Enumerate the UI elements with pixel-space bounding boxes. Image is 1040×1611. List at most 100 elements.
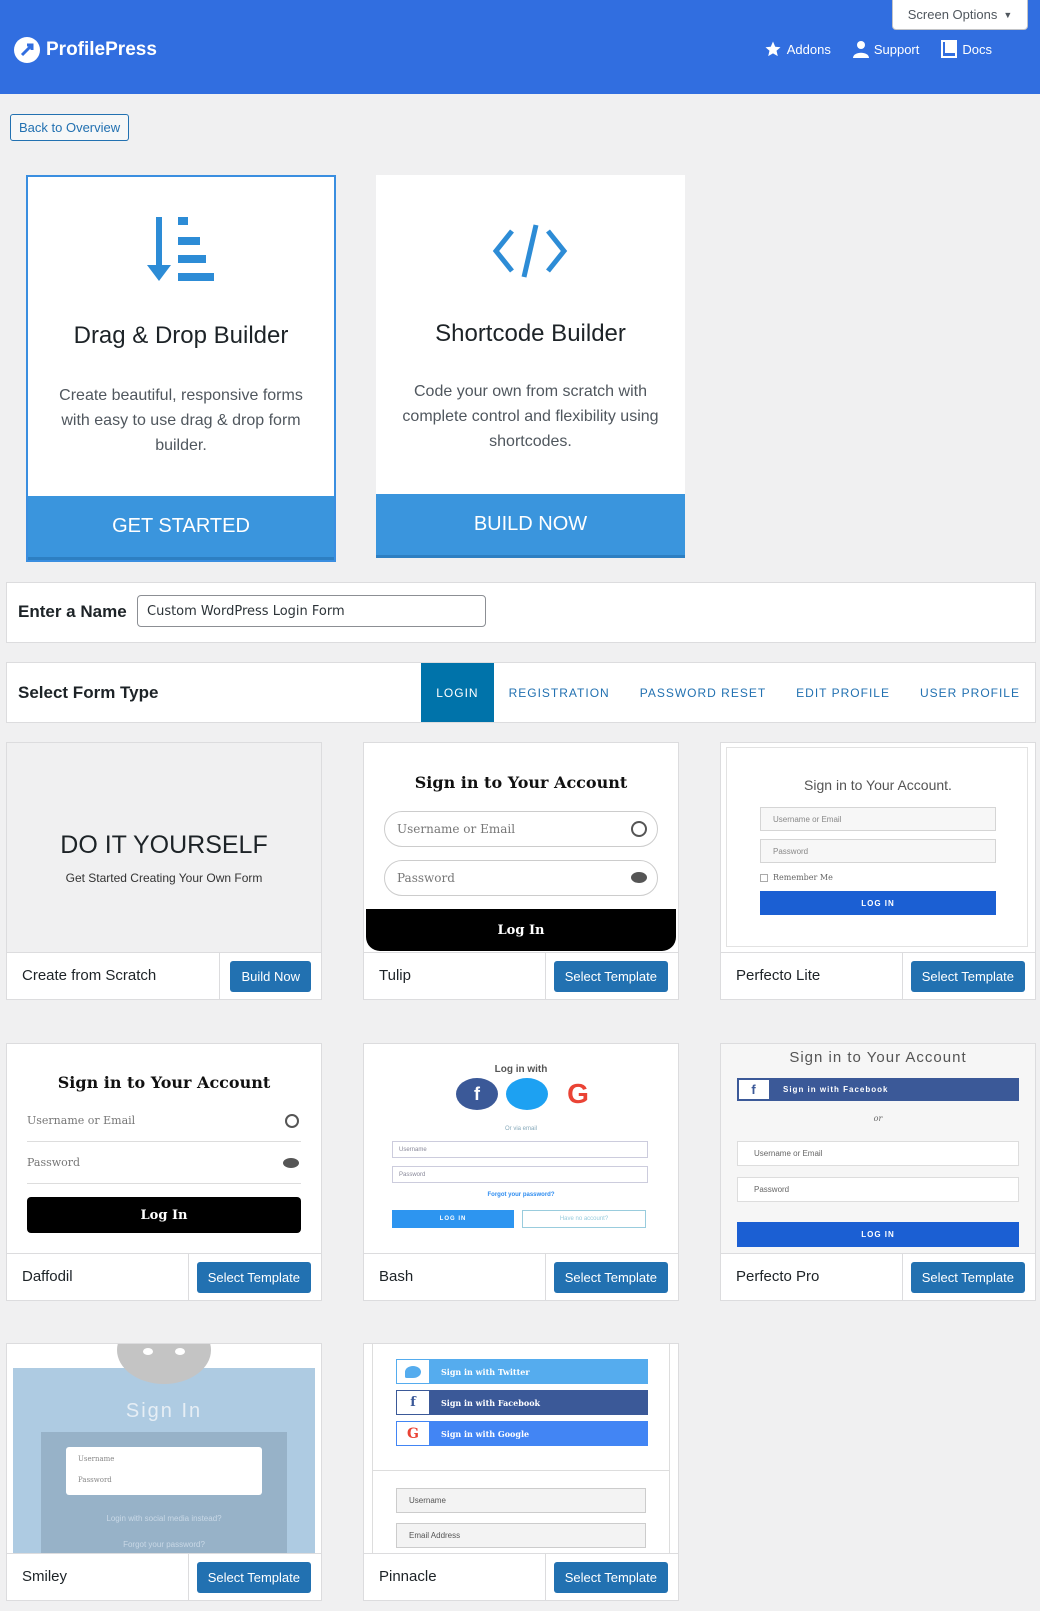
nav-support[interactable]: Support (852, 40, 920, 58)
eye-icon (283, 1158, 299, 1168)
drag-drop-builder-card[interactable]: Drag & Drop Builder Create beautiful, re… (26, 175, 336, 562)
tab-password-reset[interactable]: PASSWORD RESET (625, 663, 781, 722)
screen-options-label: Screen Options (907, 7, 998, 22)
template-footer: Smiley Select Template (7, 1553, 321, 1600)
select-template-button[interactable]: Select Template (553, 1562, 668, 1593)
shortcode-builder-card[interactable]: Shortcode Builder Code your own from scr… (376, 175, 685, 558)
form-name-input[interactable] (137, 595, 486, 627)
caret-down-icon: ▼ (1003, 9, 1013, 20)
template-card-scratch: DO IT YOURSELF Get Started Creating Your… (6, 742, 322, 1000)
preview-twitter-text: Sign in with Twitter (441, 1366, 530, 1377)
nav-docs-label: Docs (962, 41, 992, 57)
logo-text: ProfilePress (46, 39, 157, 60)
facebook-icon: f (397, 1391, 429, 1414)
footer-divider (545, 1554, 546, 1600)
preview-password: Password (760, 839, 996, 863)
template-footer: Perfecto Lite Select Template (721, 952, 1035, 999)
top-header: ProfilePress Addons Support Docs Screen … (0, 0, 1040, 94)
select-template-button[interactable]: Select Template (553, 961, 668, 992)
footer-divider (902, 1254, 903, 1300)
template-name: Perfecto Pro (736, 1268, 820, 1285)
preview-password-text: Password (397, 871, 455, 885)
tab-login[interactable]: LOGIN (421, 663, 494, 722)
template-card-perfecto-lite: Sign in to Your Account. Username or Ema… (720, 742, 1036, 1000)
select-template-button[interactable]: Select Template (910, 961, 1025, 992)
preview-title: Sign in to Your Account (789, 1049, 967, 1066)
header-nav: Addons Support Docs (764, 40, 992, 58)
tab-registration[interactable]: REGISTRATION (494, 663, 625, 722)
screen-options-button[interactable]: Screen Options ▼ (892, 0, 1028, 30)
preview-login-button: Log In (27, 1197, 301, 1233)
preview-facebook-button: f Sign in with Facebook (737, 1078, 1019, 1101)
build-now-button[interactable]: BUILD NOW (376, 494, 685, 558)
select-template-button[interactable]: Select Template (910, 1262, 1025, 1293)
template-preview: Sign In Username Password Login with soc… (7, 1344, 321, 1554)
template-name: Tulip (379, 967, 411, 984)
nav-docs[interactable]: Docs (941, 40, 992, 58)
preview-title: Log in with (494, 1064, 548, 1075)
eye-icon (631, 872, 647, 883)
preview-username-text: Username or Email (397, 822, 516, 836)
preview-password: Password (384, 860, 658, 896)
footer-divider (902, 953, 903, 999)
tab-edit-profile[interactable]: EDIT PROFILE (781, 663, 905, 722)
twitter-icon (506, 1078, 548, 1110)
template-footer: Daffodil Select Template (7, 1253, 321, 1300)
template-footer: Pinnacle Select Template (364, 1553, 678, 1600)
select-template-button[interactable]: Select Template (196, 1562, 311, 1593)
select-template-button[interactable]: Select Template (553, 1262, 668, 1293)
preview-password-text: Password (27, 1156, 81, 1169)
template-preview: Sign in to Your Account Username or Emai… (364, 743, 678, 953)
preview-username: Username or Email (737, 1141, 1019, 1166)
preview-username: Username or Email (384, 811, 658, 847)
template-footer: Perfecto Pro Select Template (721, 1253, 1035, 1300)
preview-social: Login with social media instead? (106, 1514, 222, 1523)
template-name: Pinnacle (379, 1568, 437, 1585)
nav-support-label: Support (873, 41, 920, 57)
preview-username: Username (392, 1141, 648, 1158)
diy-subtitle: Get Started Creating Your Own Form (65, 871, 263, 885)
build-now-template-button[interactable]: Build Now (230, 961, 311, 992)
template-card-pinnacle: Sign in with Twitter f Sign in with Face… (363, 1343, 679, 1601)
select-template-button[interactable]: Select Template (196, 1262, 311, 1293)
template-preview: Sign in to Your Account Username or Emai… (7, 1044, 321, 1254)
preview-remember-text: Remember Me (773, 873, 833, 882)
template-name: Daffodil (22, 1268, 73, 1285)
get-started-button[interactable]: GET STARTED (28, 496, 334, 560)
template-footer: Create from Scratch Build Now (7, 952, 321, 999)
nav-addons[interactable]: Addons (764, 40, 831, 58)
preview-forgot: Forgot your password? (487, 1192, 555, 1198)
code-icon (492, 224, 568, 278)
user-icon (852, 41, 869, 58)
preview-username: Username (396, 1488, 646, 1513)
profilepress-logo[interactable]: ProfilePress (14, 37, 157, 63)
builder-title: Shortcode Builder (435, 320, 626, 347)
preview-facebook-text: Sign in with Facebook (441, 1397, 541, 1408)
face-icon (631, 821, 647, 837)
template-preview: Sign in with Twitter f Sign in with Face… (364, 1344, 678, 1554)
preview-remember: Remember Me (760, 873, 833, 882)
builder-description: Create beautiful, responsive forms with … (59, 387, 303, 454)
preview-login-button: Log In (366, 909, 676, 951)
form-type-tabs: LOGIN REGISTRATION PASSWORD RESET EDIT P… (421, 663, 1035, 722)
form-type-row: Select Form Type LOGIN REGISTRATION PASS… (6, 662, 1036, 723)
template-name: Create from Scratch (22, 967, 157, 984)
preview-google-button: G Sign in with Google (396, 1421, 648, 1446)
preview-login-button: LOG IN (760, 891, 996, 915)
facebook-icon: f (737, 1078, 771, 1101)
preview-google-text: Sign in with Google (441, 1428, 530, 1439)
template-footer: Bash Select Template (364, 1253, 678, 1300)
template-name: Perfecto Lite (736, 967, 821, 984)
builder-title: Drag & Drop Builder (73, 322, 289, 349)
preview-login-button: LOG IN (737, 1222, 1019, 1247)
preview-username: Username or Email (27, 1114, 301, 1142)
preview-username: Username (78, 1455, 115, 1463)
drag-drop-icon (147, 217, 214, 281)
tab-user-profile[interactable]: USER PROFILE (905, 663, 1035, 722)
twitter-icon (397, 1360, 429, 1383)
template-preview: Sign in to Your Account f Sign in with F… (721, 1044, 1035, 1254)
preview-facebook-button: f Sign in with Facebook (396, 1390, 648, 1415)
template-card-perfecto-pro: Sign in to Your Account f Sign in with F… (720, 1043, 1036, 1301)
back-to-overview-button[interactable]: Back to Overview (10, 114, 130, 141)
preview-title: Sign in to Your Account (414, 773, 628, 792)
